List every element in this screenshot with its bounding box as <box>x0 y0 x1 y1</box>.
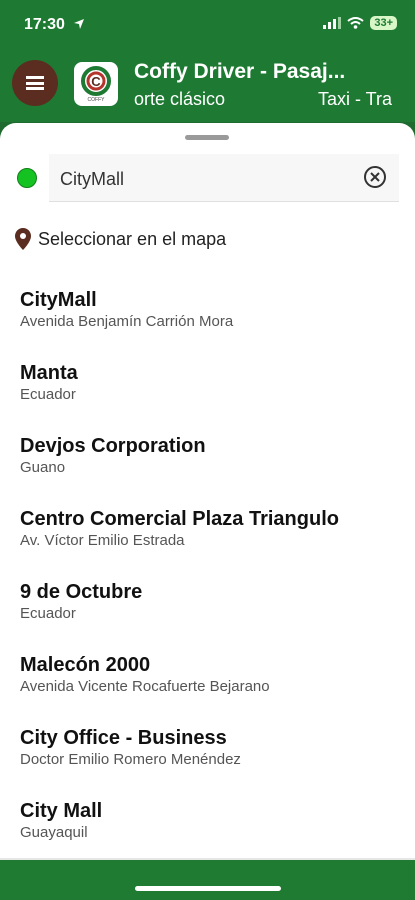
result-subtitle: Av. Víctor Emilio Estrada <box>20 532 185 549</box>
bottom-bar <box>0 860 415 900</box>
result-subtitle: Avenida Benjamín Carrión Mora <box>20 313 234 330</box>
result-subtitle: Guayaquil <box>20 824 88 841</box>
result-title: Centro Comercial Plaza Triangulo <box>20 508 339 530</box>
app-header: C COFFY Coffy Driver - Pasaj... orte clá… <box>0 52 415 122</box>
result-item[interactable]: Manta Ecuador <box>20 361 400 434</box>
origin-dot-icon <box>17 168 37 188</box>
result-title: 9 de Octubre <box>20 581 143 603</box>
result-subtitle: Doctor Emilio Romero Menéndez <box>20 751 241 768</box>
result-item[interactable]: 9 de Octubre Ecuador <box>20 580 400 653</box>
result-title: Devjos Corporation <box>20 435 206 457</box>
search-field[interactable] <box>49 154 399 202</box>
result-title: City Mall <box>20 800 103 822</box>
result-item[interactable]: City Mall Guayaquil <box>20 799 400 860</box>
search-input[interactable] <box>58 165 352 193</box>
result-title: City Office - Business <box>20 727 227 749</box>
status-icons: 33+ <box>323 16 397 30</box>
coffy-logo-icon: C COFFY <box>81 66 111 103</box>
status-time: 17:30 <box>24 16 65 33</box>
result-title: Malecón 2000 <box>20 654 151 676</box>
result-subtitle: Avenida Vicente Rocafuerte Bejarano <box>20 678 270 695</box>
result-item[interactable]: Malecón 2000 Avenida Vicente Rocafuerte … <box>20 653 400 726</box>
map-pin-icon <box>15 228 31 250</box>
results-list: CityMall Avenida Benjamín Carrión Mora M… <box>20 288 400 860</box>
header-subtitle-marquee: Taxi - Tra <box>318 89 393 109</box>
app-logo: C COFFY <box>74 62 118 106</box>
result-item[interactable]: Devjos Corporation Guano <box>20 434 400 507</box>
svg-text:C: C <box>91 74 101 89</box>
result-title: CityMall <box>20 289 97 311</box>
svg-text:COFFY: COFFY <box>88 97 106 103</box>
header-subtitle: orte clásico <box>134 89 226 109</box>
result-subtitle: Guano <box>20 459 66 476</box>
hamburger-icon <box>26 76 44 90</box>
home-indicator[interactable] <box>135 886 281 891</box>
location-arrow-icon <box>74 19 84 29</box>
header-title: Coffy Driver - Pasaj... <box>134 60 346 83</box>
search-sheet: Seleccionar en el mapa CityMall Avenida … <box>0 123 415 860</box>
result-subtitle: Ecuador <box>20 605 76 622</box>
wifi-icon <box>347 17 364 29</box>
result-title: Manta <box>20 362 78 384</box>
sheet-drag-handle[interactable] <box>185 135 229 140</box>
result-item[interactable]: Centro Comercial Plaza Triangulo Av. Víc… <box>20 507 400 580</box>
signal-icon <box>323 17 342 29</box>
result-item[interactable]: CityMall Avenida Benjamín Carrión Mora <box>20 288 400 361</box>
menu-button[interactable] <box>12 60 58 106</box>
select-on-map-button[interactable]: Seleccionar en el mapa <box>14 226 226 252</box>
result-item[interactable]: City Office - Business Doctor Emilio Rom… <box>20 726 400 799</box>
status-bar: 17:30 33+ <box>0 0 415 52</box>
clear-icon[interactable] <box>363 165 387 189</box>
result-subtitle: Ecuador <box>20 386 76 403</box>
select-on-map-label: Seleccionar en el mapa <box>38 228 227 249</box>
battery-icon: 33+ <box>370 16 397 30</box>
